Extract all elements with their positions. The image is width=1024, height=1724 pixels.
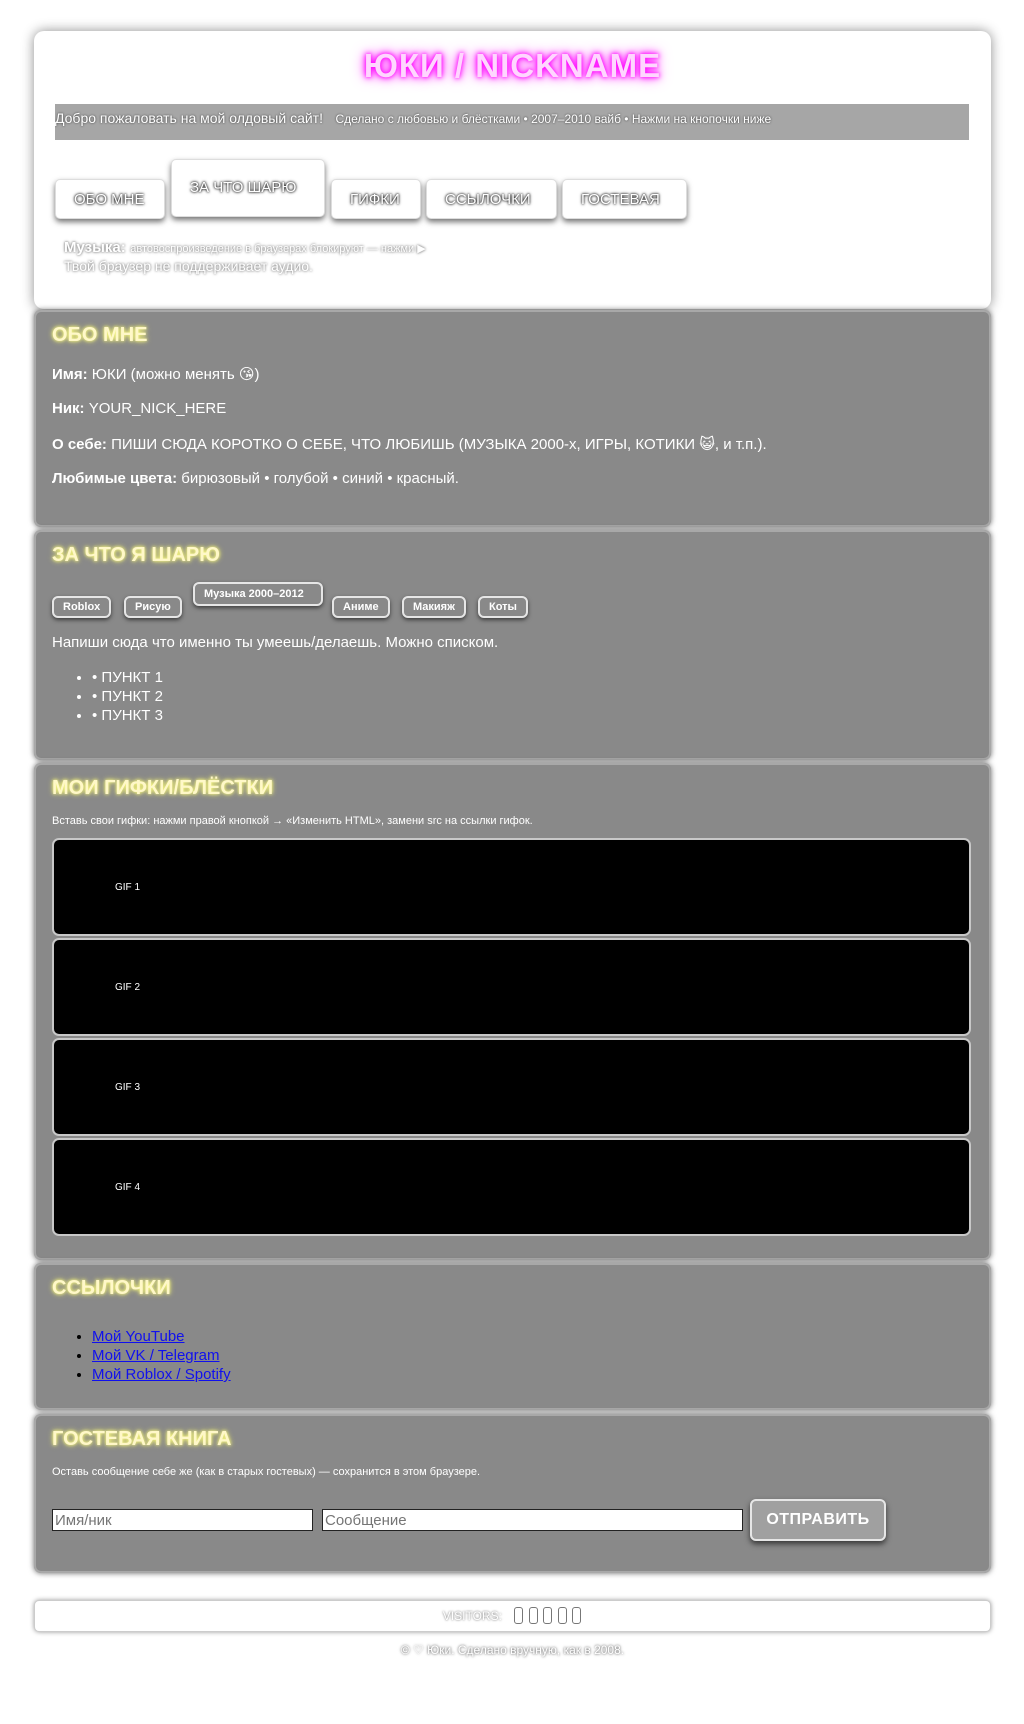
links-list: Мой YouTube Мой VK / Telegram Мой Roblox… (52, 1327, 231, 1384)
skill-tag-cats[interactable]: Коты (478, 596, 528, 618)
gifs-hint: Вставь свои гифки: нажми правой кнопкой … (52, 815, 533, 827)
about-name-row: Имя: ЮКИ (можно менять 😘) (52, 365, 260, 383)
section-title-skills: ЗА ЧТО Я ШАРЮ (52, 544, 220, 566)
about-name-value: ЮКИ (можно менять 😘) (91, 366, 260, 383)
gif-frame-2: GIF 2 (52, 938, 971, 1036)
gif-frame-4: GIF 4 (52, 1138, 971, 1236)
about-name-label: Имя: (52, 366, 88, 383)
section-gifs: МОИ ГИФКИ/БЛЁСТКИ Вставь свои гифки: наж… (34, 763, 991, 1260)
skill-tag-music[interactable]: Музыка 2000–2012 (193, 582, 323, 606)
no-audio-message: Твой браузер не поддерживает аудио. (64, 258, 313, 274)
guestbook-hint: Оставь сообщение себе же (как в старых г… (52, 1466, 481, 1478)
music-player: Музыка: автовоспроизведение в браузерах … (64, 239, 426, 274)
nav-button-guestbook[interactable]: ГОСТЕВАЯ (562, 179, 687, 219)
section-title-about: ОБО МНЕ (52, 324, 148, 346)
about-colors-label: Любимые цвета: (52, 470, 178, 487)
guestbook-message-input[interactable] (322, 1509, 743, 1531)
list-item: Мой Roblox / Spotify (92, 1365, 231, 1384)
gif-frame-1: GIF 1 (52, 838, 971, 936)
counter-digit (514, 1607, 524, 1625)
section-title-gifs: МОИ ГИФКИ/БЛЁСТКИ (52, 777, 274, 799)
skills-list: • ПУНКТ 1 • ПУНКТ 2 • ПУНКТ 3 (52, 668, 163, 725)
copyright-text: © ♡ Юки. Сделано вручную, как в 2008. (400, 1643, 625, 1657)
section-title-links: ССЫЛОЧКИ (52, 1277, 171, 1299)
visitors-label: VISITORS: (442, 1608, 502, 1623)
nav-button-about[interactable]: ОБО МНЕ (55, 179, 165, 219)
skills-intro: Напиши сюда что именно ты умеешь/делаешь… (52, 634, 499, 651)
gif-label: GIF 1 (115, 882, 141, 893)
counter-digit (557, 1607, 567, 1625)
about-self-row: О себе: ПИШИ СЮДА КОРОТКО О СЕБЕ, ЧТО ЛЮ… (52, 435, 767, 453)
marquee-sub-text: Сделано с любовью и блёстками • 2007–201… (335, 112, 772, 126)
skill-tag-makeup[interactable]: Макияж (402, 596, 466, 618)
section-links: ССЫЛОЧКИ Мой YouTube Мой VK / Telegram М… (34, 1263, 991, 1410)
nav-button-gifs[interactable]: ГИФКИ (331, 179, 421, 219)
list-item: • ПУНКТ 3 (92, 706, 163, 725)
skill-tag-roblox[interactable]: Roblox (52, 596, 112, 618)
list-item: Мой VK / Telegram (92, 1346, 231, 1365)
page-wrapper: ЮКИ / NICKNAME Добро пожаловать на мой о… (34, 31, 991, 1657)
counter-digit (572, 1607, 582, 1625)
music-label: Музыка: (64, 239, 126, 256)
section-title-guestbook: ГОСТЕВАЯ КНИГА (52, 1428, 232, 1450)
guestbook-send-button[interactable]: ОТПРАВИТЬ (750, 1499, 886, 1541)
list-item: • ПУНКТ 1 (92, 668, 163, 687)
header-panel: ЮКИ / NICKNAME Добро пожаловать на мой о… (34, 31, 991, 309)
gif-label: GIF 4 (115, 1182, 141, 1193)
about-nick-value: YOUR_NICK_HERE (88, 400, 227, 417)
guestbook-name-input[interactable] (52, 1509, 313, 1531)
skill-tag-draw[interactable]: Рисую (124, 596, 182, 618)
gif-label: GIF 2 (115, 982, 141, 993)
section-guestbook: ГОСТЕВАЯ КНИГА Оставь сообщение себе же … (34, 1414, 991, 1573)
list-item: Мой YouTube (92, 1327, 231, 1346)
skill-tag-anime[interactable]: Аниме (332, 596, 390, 618)
about-self-label: О себе: (52, 436, 107, 453)
gif-frame-3: GIF 3 (52, 1038, 971, 1136)
music-hint[interactable]: автовоспроизведение в браузерах блокирую… (130, 243, 426, 255)
about-colors-value: бирюзовый • голубой • синий • красный. (181, 470, 459, 487)
link-vk-telegram[interactable]: Мой VK / Telegram (92, 1347, 220, 1364)
list-item: • ПУНКТ 2 (92, 687, 163, 706)
about-nick-label: Ник: (52, 400, 85, 417)
link-roblox-spotify[interactable]: Мой Roblox / Spotify (92, 1366, 231, 1383)
counter-digit (543, 1607, 553, 1625)
section-skills: ЗА ЧТО Я ШАРЮ Roblox Рисую Музыка 2000–2… (34, 530, 991, 760)
counter-digit (528, 1607, 538, 1625)
nav-button-skills[interactable]: ЗА ЧТО ШАРЮ (171, 159, 325, 217)
gif-label: GIF 3 (115, 1082, 141, 1093)
visitor-counter: VISITORS: (34, 1600, 991, 1632)
marquee-main-text: Добро пожаловать на мой олдовый сайт! (55, 110, 323, 126)
nav-button-links[interactable]: ССЫЛОЧКИ (426, 179, 557, 219)
about-nick-row: Ник: YOUR_NICK_HERE (52, 400, 226, 417)
section-about: ОБО МНЕ Имя: ЮКИ (можно менять 😘) Ник: Y… (34, 310, 991, 527)
about-self-value: ПИШИ СЮДА КОРОТКО О СЕБЕ, ЧТО ЛЮБИШЬ (МУ… (111, 436, 767, 453)
marquee-bar: Добро пожаловать на мой олдовый сайт! Сд… (55, 104, 969, 140)
link-youtube[interactable]: Мой YouTube (92, 1328, 185, 1345)
about-colors-row: Любимые цвета: бирюзовый • голубой • син… (52, 470, 459, 487)
site-title: ЮКИ / NICKNAME (363, 47, 662, 84)
